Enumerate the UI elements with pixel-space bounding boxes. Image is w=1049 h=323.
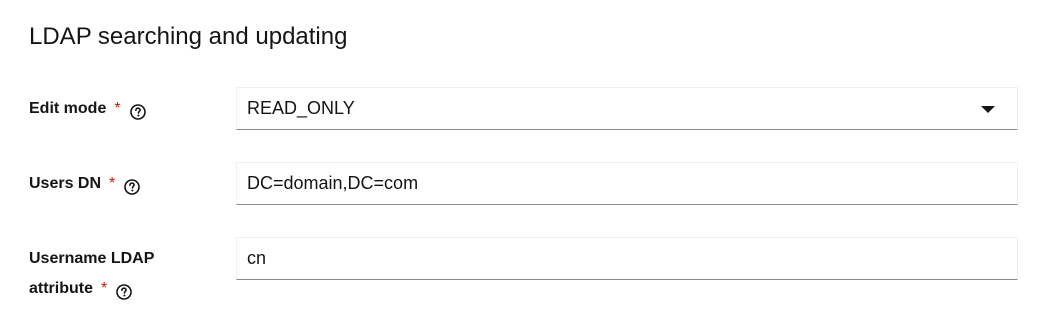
username-attr-label-group: Username LDAP attribute * xyxy=(29,244,209,304)
section-title: LDAP searching and updating xyxy=(29,23,348,50)
users-dn-label: Users DN xyxy=(29,175,102,192)
username-attr-input[interactable]: cn xyxy=(236,237,1018,280)
username-attr-label-line1: Username LDAP xyxy=(29,250,155,267)
required-marker: * xyxy=(109,175,116,192)
users-dn-label-group: Users DN * xyxy=(29,169,141,199)
edit-mode-label-group: Edit mode * xyxy=(29,94,146,124)
edit-mode-label: Edit mode xyxy=(29,100,107,117)
caret-down-icon[interactable] xyxy=(981,106,995,113)
username-attr-value: cn xyxy=(247,248,267,268)
help-circle-icon[interactable] xyxy=(124,176,141,195)
required-marker: * xyxy=(114,100,121,117)
edit-mode-value: READ_ONLY xyxy=(247,98,355,118)
help-circle-icon[interactable] xyxy=(116,281,133,300)
username-attr-label-line2: attribute xyxy=(29,280,93,297)
required-marker: * xyxy=(101,280,108,297)
users-dn-value: DC=domain,DC=com xyxy=(247,173,419,193)
edit-mode-select[interactable]: READ_ONLY xyxy=(236,87,1018,130)
users-dn-input[interactable]: DC=domain,DC=com xyxy=(236,162,1018,205)
username-attr-label-line2-group: attribute * xyxy=(29,274,209,304)
help-circle-icon[interactable] xyxy=(129,101,146,120)
